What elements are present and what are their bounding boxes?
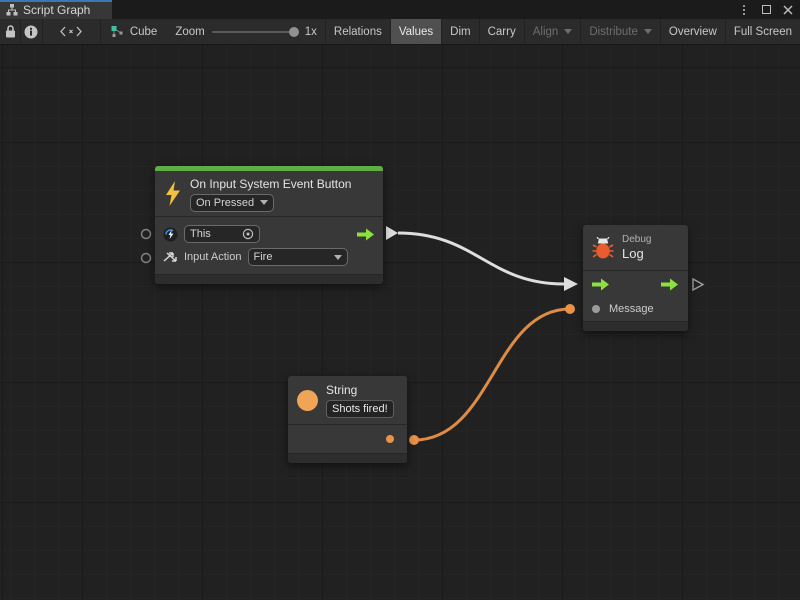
string-type-icon (297, 390, 318, 411)
breadcrumb[interactable]: Cube (101, 19, 168, 44)
script-graph-window: Script Graph (0, 0, 800, 600)
zoom-slider[interactable] (212, 31, 298, 33)
window-menu-button[interactable] (736, 2, 752, 18)
debug-trigger-output-port[interactable] (661, 278, 679, 291)
zoom-label: Zoom (175, 26, 204, 38)
debug-message-input-port[interactable] (592, 305, 600, 313)
info-button[interactable] (21, 19, 42, 44)
value-wire-end-dot (565, 304, 575, 314)
code-icon (60, 26, 82, 37)
node-debug-log[interactable]: Debug Log Message (583, 225, 688, 331)
event-trigger-output-port[interactable] (357, 228, 375, 241)
graph-icon (111, 25, 124, 38)
overview-button[interactable]: Overview (661, 19, 726, 44)
breadcrumb-label: Cube (130, 26, 158, 38)
debug-node-category: Debug (622, 233, 651, 246)
event-action-value: Fire (254, 251, 273, 263)
carry-button[interactable]: Carry (480, 19, 525, 44)
event-this-row: This (163, 223, 375, 245)
chevron-down-icon (260, 200, 268, 205)
kebab-menu-icon (743, 5, 745, 15)
string-node-title: String (326, 382, 394, 398)
node-footer (155, 274, 383, 284)
code-view-button[interactable] (43, 19, 101, 44)
event-action-dropdown[interactable]: Fire (248, 248, 348, 266)
close-button[interactable] (780, 2, 796, 18)
graph-toolbar: Cube Zoom 1x Relations Values Dim Carry … (0, 19, 800, 45)
zoom-value: 1x (305, 26, 317, 38)
window-controls (736, 0, 796, 19)
info-icon (24, 25, 38, 39)
zoom-control: Zoom 1x (167, 19, 325, 44)
event-action-label: Input Action (184, 251, 242, 263)
relations-button[interactable]: Relations (326, 19, 391, 44)
align-button[interactable]: Align (525, 19, 582, 44)
lock-button[interactable] (0, 19, 21, 44)
toolbar-toggle-group: Relations Values Dim Carry Align Distrib… (325, 19, 800, 44)
values-button[interactable]: Values (391, 19, 442, 44)
event-this-field[interactable]: This (184, 225, 260, 243)
event-action-row: Input Action Fire (163, 246, 375, 268)
tab-label: Script Graph (23, 3, 90, 17)
fullscreen-button[interactable]: Full Screen (726, 19, 800, 44)
bug-icon (592, 237, 614, 259)
node-on-input-system-event-button[interactable]: On Input System Event Button On Pressed … (155, 166, 383, 284)
chevron-down-icon (564, 29, 572, 34)
event-this-value: This (190, 228, 211, 240)
close-icon (783, 5, 793, 15)
lock-icon (5, 25, 16, 38)
chevron-down-icon (334, 255, 342, 260)
chevron-down-icon (644, 29, 652, 34)
debug-node-title: Log (622, 246, 651, 262)
node-footer (583, 321, 688, 331)
node-string-literal[interactable]: String Shots fired! (288, 376, 407, 463)
value-wire-start-dot (409, 435, 419, 445)
input-action-icon (163, 250, 178, 264)
event-node-title: On Input System Event Button (190, 176, 351, 192)
maximize-button[interactable] (758, 2, 774, 18)
event-mode-dropdown[interactable]: On Pressed (190, 194, 274, 212)
debug-trigger-row (583, 271, 688, 297)
distribute-button[interactable]: Distribute (581, 19, 661, 44)
distribute-label: Distribute (589, 26, 638, 38)
event-mode-value: On Pressed (196, 197, 254, 209)
maximize-icon (762, 5, 771, 14)
tab-bar: Script Graph (0, 0, 800, 19)
active-tab-accent (0, 0, 112, 2)
tab-script-graph[interactable]: Script Graph (0, 0, 112, 19)
debug-message-row: Message (583, 297, 688, 321)
debug-trigger-input-port[interactable] (592, 278, 610, 291)
node-footer (288, 453, 407, 463)
debug-message-label: Message (609, 303, 654, 315)
string-output-port[interactable] (386, 435, 394, 443)
dim-button[interactable]: Dim (442, 19, 479, 44)
string-value-input[interactable]: Shots fired! (326, 400, 394, 418)
lightning-icon (164, 181, 182, 206)
zoom-slider-knob[interactable] (289, 27, 299, 37)
hierarchy-icon (6, 4, 18, 16)
align-label: Align (533, 26, 559, 38)
target-icon (242, 228, 254, 240)
self-target-icon (163, 227, 178, 242)
